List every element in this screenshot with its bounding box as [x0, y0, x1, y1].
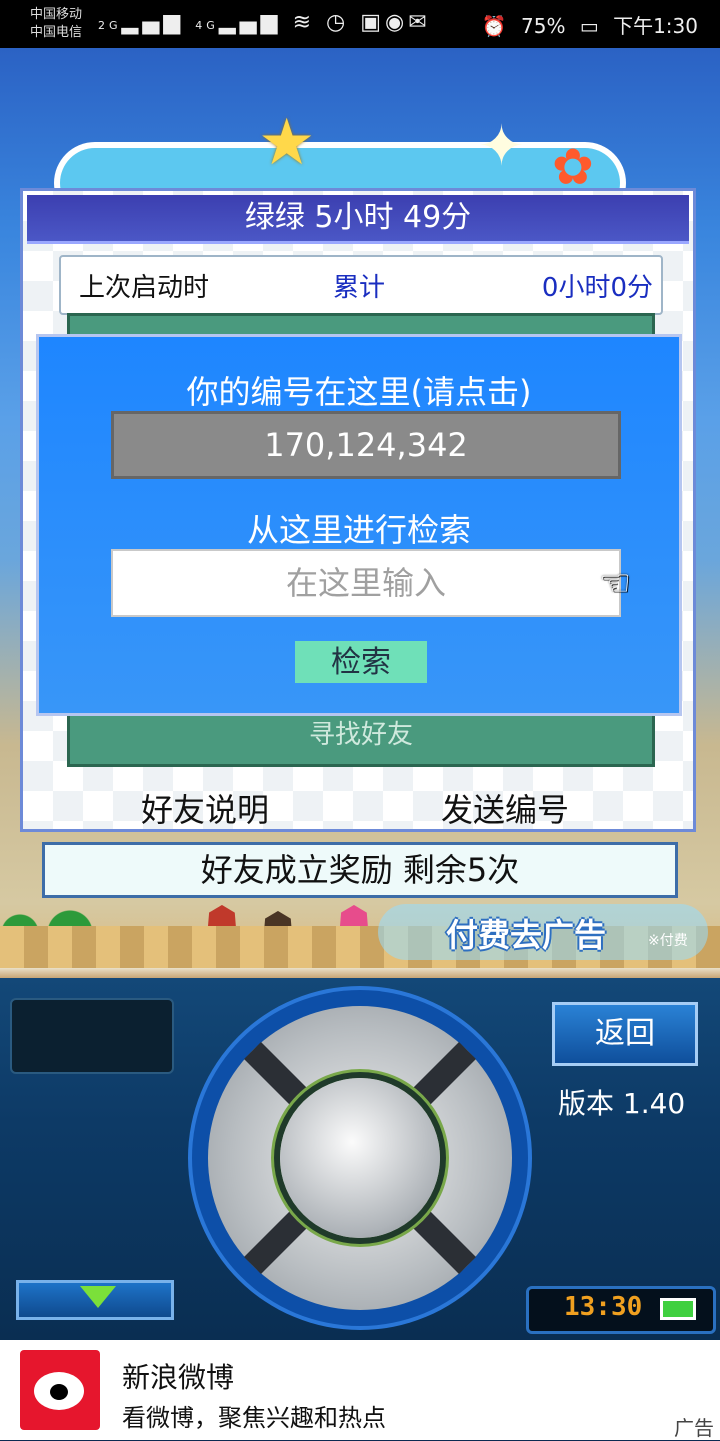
ad-label: 广告: [674, 1416, 714, 1440]
carrier-2: 中国电信: [30, 25, 83, 40]
play-time-stats: 上次启动时 累计 0小时0分: [59, 255, 663, 315]
player-id-box[interactable]: 170,124,342: [111, 411, 621, 479]
back-button[interactable]: 返回: [552, 1002, 698, 1066]
game-clock: 13:30: [564, 1292, 643, 1322]
dpad-center-button[interactable]: [280, 1078, 440, 1238]
version-label: 版本 1.40: [558, 1087, 686, 1120]
total-value: 0小时0分: [541, 273, 653, 303]
sparkle-icon: ✦: [478, 114, 525, 179]
network-2g-label: 2G: [98, 19, 122, 32]
console-screen-slot: [10, 998, 174, 1074]
alarm-icon: ⏰: [481, 14, 507, 38]
friend-help-button[interactable]: 好友说明: [141, 785, 269, 831]
remove-ads-label[interactable]: 付费去广告: [446, 910, 606, 956]
pointer-hand-icon: ☜: [599, 563, 632, 604]
status-icons: 2G▂▄▆ 4G▂▄▆ ≋ ◷ ▣◉✉: [98, 10, 431, 35]
ad-title[interactable]: 新浪微博: [122, 1356, 234, 1396]
status-bar: 中国移动 中国电信 2G▂▄▆ 4G▂▄▆ ≋ ◷ ▣◉✉ ⏰ 75% ▭ 下午…: [0, 0, 720, 48]
find-friend-text[interactable]: 寻找好友: [70, 714, 652, 751]
search-button[interactable]: 检索: [295, 641, 427, 683]
total-label: 累计: [333, 273, 386, 303]
signal-icon: ▂▄▆: [121, 10, 185, 35]
search-input[interactable]: [111, 549, 621, 617]
carrier-1: 中国移动: [30, 7, 83, 22]
notification-icons: ▣◉✉: [360, 10, 431, 35]
ad-subtitle[interactable]: 看微博，聚焦兴趣和热点: [122, 1398, 386, 1433]
search-prompt: 从这里进行检索: [246, 511, 471, 549]
last-launch-label: 上次启动时: [79, 273, 210, 303]
id-title: 你的编号在这里(请点击): [186, 373, 532, 411]
status-time: 下午1:30: [613, 14, 698, 38]
send-id-button[interactable]: 发送编号: [441, 785, 569, 831]
wifi-icon: ≋: [292, 10, 316, 35]
friend-reward-bar: 好友成立奖励 剩余5次: [42, 842, 678, 898]
star-icon: ★: [258, 106, 316, 180]
battery-icon: ▭: [579, 14, 599, 38]
weibo-logo-pupil: [50, 1384, 68, 1400]
signal-icon: ▂▄▆: [218, 10, 282, 35]
search-dialog: 你的编号在这里(请点击) 170,124,342 从这里进行检索 ☜ 检索: [36, 334, 682, 716]
battery-icon: [660, 1298, 696, 1320]
remove-ads-note: ※付费: [648, 933, 688, 949]
carrier-info: 中国移动 中国电信: [30, 6, 82, 42]
dialog-title: 绿绿 5小时 49分: [27, 195, 689, 244]
timer-icon: ◷: [326, 10, 350, 35]
status-right: ⏰ 75% ▭ 下午1:30: [474, 10, 698, 39]
battery-percent: 75%: [521, 14, 566, 38]
down-arrow-icon: [80, 1286, 116, 1308]
network-4g-label: 4G: [195, 19, 219, 32]
